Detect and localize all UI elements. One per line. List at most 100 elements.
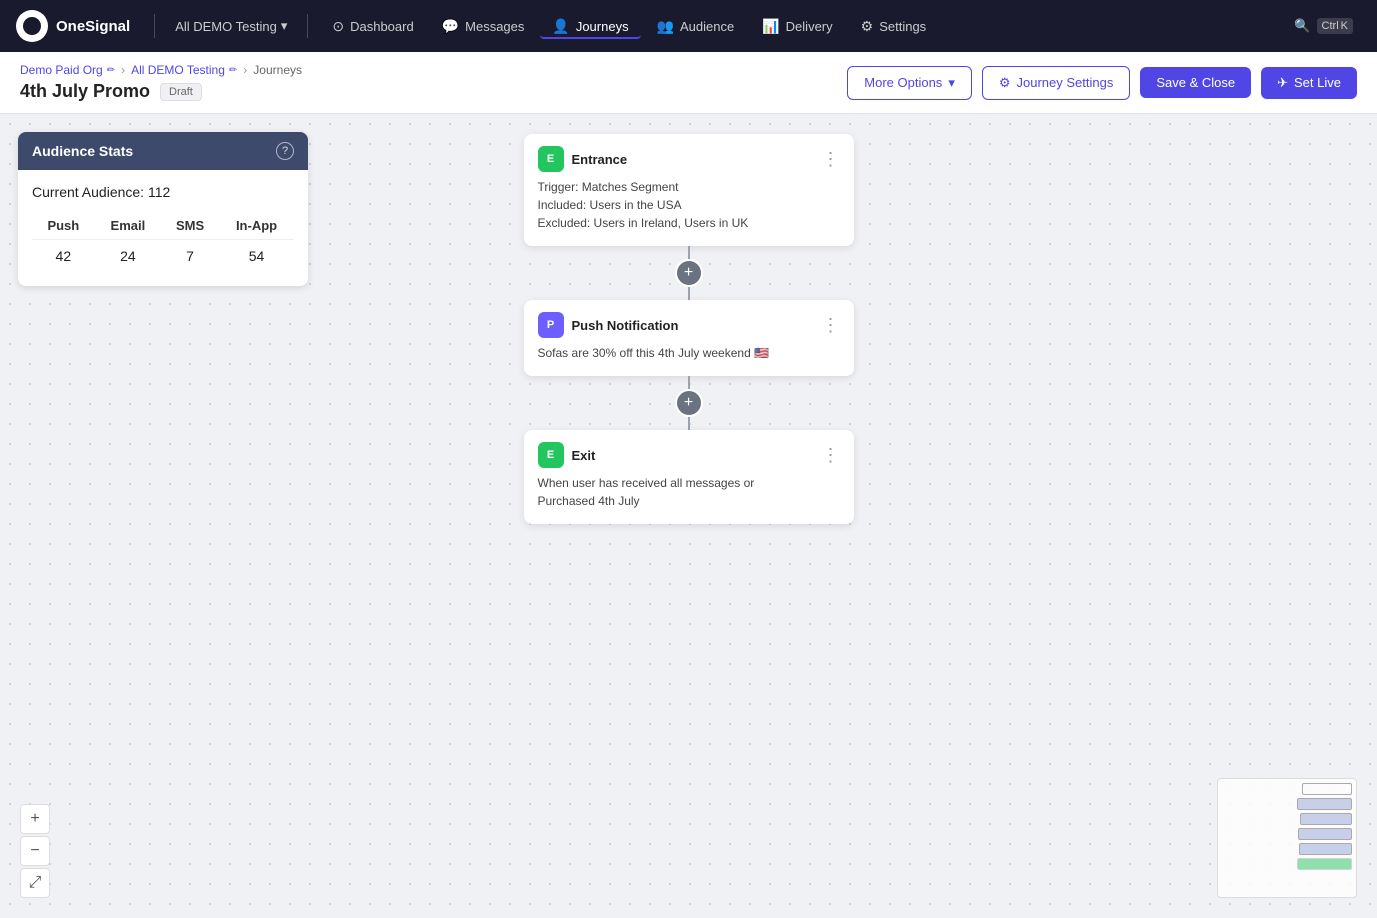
connector-1: + — [675, 246, 703, 300]
logo-text: OneSignal — [56, 18, 130, 35]
entrance-line-1: Trigger: Matches Segment — [538, 180, 840, 194]
breadcrumb-sep-1: › — [121, 63, 125, 77]
search-button[interactable]: 🔍 Ctrl K — [1286, 14, 1361, 38]
exit-node-body: When user has received all messages or P… — [524, 476, 854, 524]
exit-node-menu[interactable]: ⋮ — [822, 446, 840, 464]
status-badge: Draft — [160, 83, 202, 101]
breadcrumb: Demo Paid Org ✏ › All DEMO Testing ✏ › J… — [20, 63, 302, 77]
exit-line-2: Purchased 4th July — [538, 494, 840, 508]
more-options-button[interactable]: More Options ▾ — [847, 66, 972, 100]
nav-item-delivery-label: Delivery — [786, 19, 833, 34]
minimap-block-5 — [1299, 843, 1352, 855]
delivery-icon: 📊 — [762, 18, 779, 35]
connector-line-1a — [688, 246, 690, 259]
search-icon: 🔍 — [1294, 18, 1310, 34]
connector-line-1b — [688, 287, 690, 300]
connector-2: + — [675, 376, 703, 430]
nav-item-delivery[interactable]: 📊 Delivery — [750, 14, 844, 39]
gear-icon: ⚙ — [999, 75, 1011, 91]
push-notification-node-title: Push Notification — [572, 318, 679, 333]
add-step-button-2[interactable]: + — [675, 389, 703, 417]
breadcrumb-section: Journeys — [253, 63, 302, 77]
nav-divider-1 — [154, 14, 155, 38]
push-node-menu[interactable]: ⋮ — [822, 316, 840, 334]
exit-node: E Exit ⋮ When user has received all mess… — [524, 430, 854, 524]
exit-line-1: When user has received all messages or — [538, 476, 840, 490]
minimap-block-6 — [1297, 858, 1352, 870]
zoom-in-button[interactable]: + — [20, 804, 50, 834]
entrance-node-title: Entrance — [572, 152, 628, 167]
logo-icon — [16, 10, 48, 42]
edit-org-icon: ✏ — [107, 65, 115, 76]
exit-node-title: Exit — [572, 448, 596, 463]
push-notification-node-header: P Push Notification ⋮ — [524, 300, 854, 346]
flow-area: E Entrance ⋮ Trigger: Matches Segment In… — [0, 114, 1377, 918]
nav-bar: OneSignal All DEMO Testing ▾ ⊙ Dashboard… — [0, 0, 1377, 52]
entrance-node-body: Trigger: Matches Segment Included: Users… — [524, 180, 854, 246]
minimap-block-1 — [1302, 783, 1352, 795]
nav-item-settings-label: Settings — [879, 19, 926, 34]
app-selector-dropdown-icon: ▾ — [281, 18, 288, 34]
push-node-body: Sofas are 30% off this 4th July weekend … — [524, 346, 854, 376]
nav-item-audience[interactable]: 👥 Audience — [645, 14, 747, 39]
push-icon: P — [538, 312, 564, 338]
journeys-icon: 👤 — [552, 18, 569, 35]
logo[interactable]: OneSignal — [16, 10, 130, 42]
connector-line-2a — [688, 376, 690, 389]
entrance-line-3: Excluded: Users in Ireland, Users in UK — [538, 216, 840, 230]
minimap-block-2 — [1297, 798, 1352, 810]
breadcrumb-bar: Demo Paid Org ✏ › All DEMO Testing ✏ › J… — [0, 52, 1377, 114]
breadcrumb-org[interactable]: Demo Paid Org ✏ — [20, 63, 115, 77]
settings-icon: ⚙ — [861, 18, 874, 35]
nav-item-audience-label: Audience — [680, 19, 734, 34]
edit-app-icon: ✏ — [229, 65, 237, 76]
exit-node-header: E Exit ⋮ — [524, 430, 854, 476]
zoom-controls: + − ⤢ — [20, 804, 50, 898]
nav-item-journeys-label: Journeys — [576, 19, 629, 34]
breadcrumb-sep-2: › — [243, 63, 247, 77]
breadcrumb-actions: More Options ▾ ⚙ Journey Settings Save &… — [847, 66, 1357, 100]
save-close-label: Save & Close — [1156, 75, 1235, 90]
exit-icon: E — [538, 442, 564, 468]
zoom-out-button[interactable]: − — [20, 836, 50, 866]
journey-canvas: Audience Stats ? Current Audience: 112 P… — [0, 114, 1377, 918]
entrance-node-header: E Entrance ⋮ — [524, 134, 854, 180]
page-title-row: 4th July Promo Draft — [20, 81, 302, 102]
messages-icon: 💬 — [442, 18, 459, 35]
add-step-button-1[interactable]: + — [675, 259, 703, 287]
push-notification-node: P Push Notification ⋮ Sofas are 30% off … — [524, 300, 854, 376]
push-line-1: Sofas are 30% off this 4th July weekend … — [538, 346, 840, 360]
send-icon: ✈ — [1277, 75, 1288, 91]
set-live-label: Set Live — [1294, 75, 1341, 90]
connector-line-2b — [688, 417, 690, 430]
set-live-button[interactable]: ✈ Set Live — [1261, 67, 1357, 99]
minimap-block-3 — [1300, 813, 1352, 825]
audience-icon: 👥 — [657, 18, 674, 35]
entrance-icon: E — [538, 146, 564, 172]
app-selector[interactable]: All DEMO Testing ▾ — [167, 14, 295, 38]
breadcrumb-app[interactable]: All DEMO Testing ✏ — [131, 63, 237, 77]
nav-item-dashboard[interactable]: ⊙ Dashboard — [320, 14, 425, 39]
nav-item-dashboard-label: Dashboard — [350, 19, 414, 34]
nav-item-messages[interactable]: 💬 Messages — [430, 14, 537, 39]
nav-item-settings[interactable]: ⚙ Settings — [849, 14, 939, 39]
zoom-fit-button[interactable]: ⤢ — [20, 868, 50, 898]
nav-item-journeys[interactable]: 👤 Journeys — [540, 14, 640, 39]
journey-settings-button[interactable]: ⚙ Journey Settings — [982, 66, 1131, 100]
nav-item-messages-label: Messages — [465, 19, 524, 34]
search-kbd: Ctrl K — [1317, 18, 1353, 34]
nav-divider-2 — [307, 14, 308, 38]
minimap — [1217, 778, 1357, 898]
more-options-chevron-icon: ▾ — [948, 75, 955, 91]
app-selector-label: All DEMO Testing — [175, 19, 277, 34]
push-title-row: P Push Notification — [538, 312, 679, 338]
entrance-node-menu[interactable]: ⋮ — [822, 150, 840, 168]
entrance-title-row: E Entrance — [538, 146, 628, 172]
entrance-node: E Entrance ⋮ Trigger: Matches Segment In… — [524, 134, 854, 246]
dashboard-icon: ⊙ — [332, 18, 344, 35]
page-title: 4th July Promo — [20, 81, 150, 102]
entrance-line-2: Included: Users in the USA — [538, 198, 840, 212]
more-options-label: More Options — [864, 75, 942, 90]
save-close-button[interactable]: Save & Close — [1140, 67, 1251, 98]
journey-settings-label: Journey Settings — [1017, 75, 1114, 90]
